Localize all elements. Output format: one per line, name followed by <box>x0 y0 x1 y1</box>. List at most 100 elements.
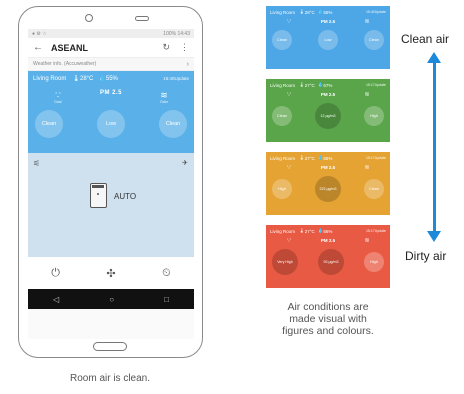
card-humidity: 66% <box>323 228 333 234</box>
humidity-drop-icon: 💧 <box>98 76 106 82</box>
caption-line-2: made visual with <box>289 313 367 325</box>
odor-icon: ≋ <box>364 92 370 98</box>
card-pm25-level: 93 µg/m3 <box>318 249 344 275</box>
dust-sensor: ∵ Dust <box>43 90 73 104</box>
card-update-time: 15:17Update <box>365 83 386 87</box>
mode-label: AUTO <box>114 192 137 201</box>
odor-icon: ≋ <box>364 165 370 171</box>
card-pm25-label: PM 2.5 <box>320 92 336 97</box>
odor-level-button[interactable]: Clean <box>159 110 187 138</box>
card-odor-level: Clean <box>364 30 384 50</box>
update-time: 15:40Update <box>163 76 189 81</box>
turbo-icon[interactable]: ✈ <box>182 159 188 167</box>
card-pm25-level: Low <box>318 30 338 50</box>
dust-icon: ∵ <box>287 238 291 244</box>
odor-label: Odor <box>160 100 168 104</box>
nav-home-icon[interactable]: ○ <box>109 295 114 304</box>
card-temperature: 28°C <box>304 9 315 15</box>
room-header: Living Room 🌡 28°C 💧 55% 15:40Update <box>33 75 189 83</box>
dust-icon: ∵ <box>287 19 291 25</box>
condition-card-dirty: Living Room 🌡 27°C 💧 66% 15:17Update ∵ P… <box>266 225 390 288</box>
room-name: Living Room <box>33 75 67 82</box>
dust-icon: ∵ <box>287 92 291 98</box>
phone-caption: Room air is clean. <box>69 373 151 384</box>
arrow-down-icon <box>427 231 441 242</box>
card-room-name: Living Room <box>270 9 296 15</box>
fan-icon[interactable]: ✣ <box>106 267 115 280</box>
room-air-panel: Living Room 🌡 28°C 💧 55% 15:40Update ∵ D… <box>28 71 194 153</box>
weather-info-label: Weather info. (Accuweather) <box>33 61 97 67</box>
pm25-level-button[interactable]: Low <box>97 110 125 138</box>
sensor-level-buttons: Clean Low Clean <box>33 104 189 138</box>
card-update-time: 15:17Update <box>365 229 386 233</box>
scale-arrow-line <box>433 60 436 233</box>
weather-info-row[interactable]: Weather info. (Accuweather) › <box>28 58 194 71</box>
card-temperature: 27°C <box>304 82 315 88</box>
odor-sensor: ≋ Odor <box>149 90 179 104</box>
air-purifier-icon <box>90 183 107 208</box>
card-pm25-label: PM 2.5 <box>320 238 336 243</box>
dust-level-button[interactable]: Clean <box>35 110 63 138</box>
sensor-icons: ∵ Dust PM 2.5 ≋ Odor <box>33 82 189 104</box>
smartphone-frame: ● ⚙ ☆ 100% 14:43 ← ASEANL ↻ ⋮ Weather in… <box>18 6 203 358</box>
timer-icon[interactable]: ⏲ <box>162 267 171 280</box>
pm25-label: PM 2.5 <box>99 90 122 96</box>
caption-line-3: figures and colours. <box>282 325 374 337</box>
card-room-name: Living Room <box>270 82 296 88</box>
card-room-name: Living Room <box>270 155 296 161</box>
card-pm25-label: PM 2.5 <box>320 165 336 170</box>
card-update-time: 15:40Update <box>365 10 386 14</box>
status-bar: ● ⚙ ☆ 100% 14:43 <box>28 29 194 38</box>
room-humidity: 55% <box>105 75 118 82</box>
device-control-area: ⚟ ✈ AUTO <box>28 153 194 257</box>
card-dust-level: High <box>272 179 292 199</box>
clean-air-label: Clean air <box>401 32 450 46</box>
card-odor-level: High <box>364 252 384 272</box>
dust-icon: ∵ <box>287 165 291 171</box>
nav-recents-icon[interactable]: □ <box>164 295 169 304</box>
status-icons-right: 100% 14:43 <box>163 30 190 37</box>
thermometer-icon: 🌡 <box>72 76 80 82</box>
card-odor-level: Clean <box>364 179 384 199</box>
nav-back-icon[interactable]: ◁ <box>53 295 59 304</box>
condition-card-clean: Living Room 🌡 28°C 💧 55% 15:40Update ∵ P… <box>266 6 390 69</box>
more-options-icon[interactable]: ⋮ <box>180 42 189 53</box>
chevron-right-icon: › <box>186 60 189 68</box>
card-dust-level: Very High <box>272 249 298 275</box>
card-humidity: 65% <box>323 155 333 161</box>
card-humidity: 67% <box>323 82 333 88</box>
power-icon[interactable]: ⏻ <box>51 267 60 280</box>
card-pm25-level: 12 µg/m3 <box>315 103 341 129</box>
back-arrow-icon[interactable]: ← <box>33 42 51 53</box>
odor-icon: ≋ <box>160 90 168 100</box>
speaker-slot <box>135 16 149 21</box>
card-humidity: 55% <box>323 9 333 15</box>
card-pm25-label: PM 2.5 <box>320 19 336 24</box>
fan-speed-icon[interactable]: ⚟ <box>33 159 40 168</box>
phone-home-button <box>93 342 127 351</box>
card-room-name: Living Room <box>270 228 296 234</box>
refresh-icon[interactable]: ↻ <box>162 42 170 53</box>
dust-label: Dust <box>54 100 62 104</box>
condition-card-moderate: Living Room 🌡 27°C 💧 65% 15:17Update ∵ P… <box>266 152 390 215</box>
card-update-time: 15:17Update <box>365 156 386 160</box>
card-dust-level: Clean <box>272 106 292 126</box>
card-odor-level: High <box>364 106 384 126</box>
card-dust-level: Clean <box>272 30 292 50</box>
app-screen: ● ⚙ ☆ 100% 14:43 ← ASEANL ↻ ⋮ Weather in… <box>28 29 194 339</box>
front-camera <box>85 14 93 22</box>
pm25-sensor: PM 2.5 <box>96 90 126 104</box>
card-temperature: 27°C <box>304 228 315 234</box>
cards-caption: Air conditions are made visual with figu… <box>258 301 398 337</box>
android-nav-bar: ◁ ○ □ <box>28 289 194 309</box>
card-pm25-level: 222 µg/m3 <box>315 176 341 202</box>
status-icons-left: ● ⚙ ☆ <box>32 30 47 37</box>
odor-icon: ≋ <box>364 19 370 25</box>
odor-icon: ≋ <box>364 238 370 244</box>
room-temperature: 28°C <box>79 75 94 82</box>
dirty-air-label: Dirty air <box>405 249 447 263</box>
app-bar: ← ASEANL ↻ ⋮ <box>28 38 194 58</box>
dust-icon: ∵ <box>55 90 61 100</box>
page-title: ASEANL <box>51 42 89 53</box>
caption-line-1: Air conditions are <box>287 301 369 313</box>
